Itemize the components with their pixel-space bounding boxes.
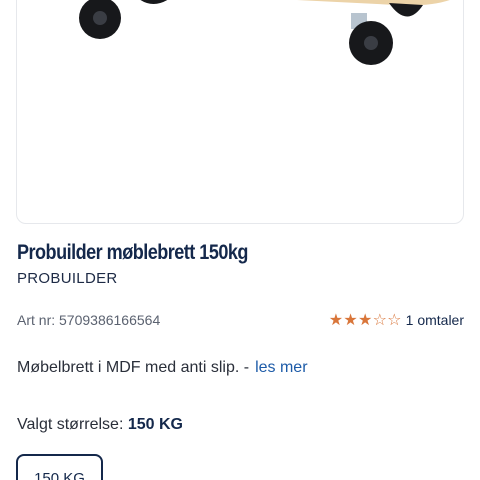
star-empty-icon: ☆ bbox=[372, 310, 387, 329]
star-empty-icon: ☆ bbox=[387, 310, 402, 329]
wheel-hub-right bbox=[364, 36, 378, 50]
selected-size-value: 150 KG bbox=[127, 416, 183, 433]
review-count[interactable]: 1 omtaler bbox=[406, 312, 464, 328]
size-option-150kg[interactable]: 150 KG bbox=[16, 454, 103, 480]
wheel-right-back bbox=[389, 3, 423, 17]
selected-size-label: Valgt størrelse: bbox=[17, 416, 124, 433]
read-more-link[interactable]: les mer bbox=[255, 359, 307, 376]
description-text: Møbelbrett i MDF med anti slip. - bbox=[17, 359, 250, 376]
star-filled-icon: ★ bbox=[328, 310, 344, 329]
wheel-back bbox=[140, 0, 168, 4]
article-number: Art nr: 5709386166564 bbox=[17, 312, 160, 328]
article-number-value: 5709386166564 bbox=[59, 312, 161, 328]
product-image bbox=[79, 0, 450, 65]
article-row: Art nr: 5709386166564 ★ ★ ★ ☆ ☆ 1 omtaler bbox=[17, 311, 464, 331]
product-image-card[interactable] bbox=[16, 0, 464, 224]
wheel-hub-left bbox=[93, 11, 107, 25]
product-title: Probuilder møblebrett 150kg bbox=[17, 241, 248, 264]
star-filled-icon: ★ bbox=[357, 310, 373, 329]
star-filled-icon: ★ bbox=[343, 310, 358, 329]
rating-stars: ★ ★ ★ ☆ ☆ bbox=[329, 311, 402, 329]
article-number-label: Art nr: bbox=[17, 312, 56, 328]
selected-size: Valgt størrelse: 150 KG bbox=[17, 416, 183, 434]
product-brand[interactable]: PROBUILDER bbox=[17, 270, 118, 287]
product-description: Møbelbrett i MDF med anti slip. - les mer bbox=[17, 359, 308, 377]
rating[interactable]: ★ ★ ★ ☆ ☆ 1 omtaler bbox=[329, 311, 464, 329]
